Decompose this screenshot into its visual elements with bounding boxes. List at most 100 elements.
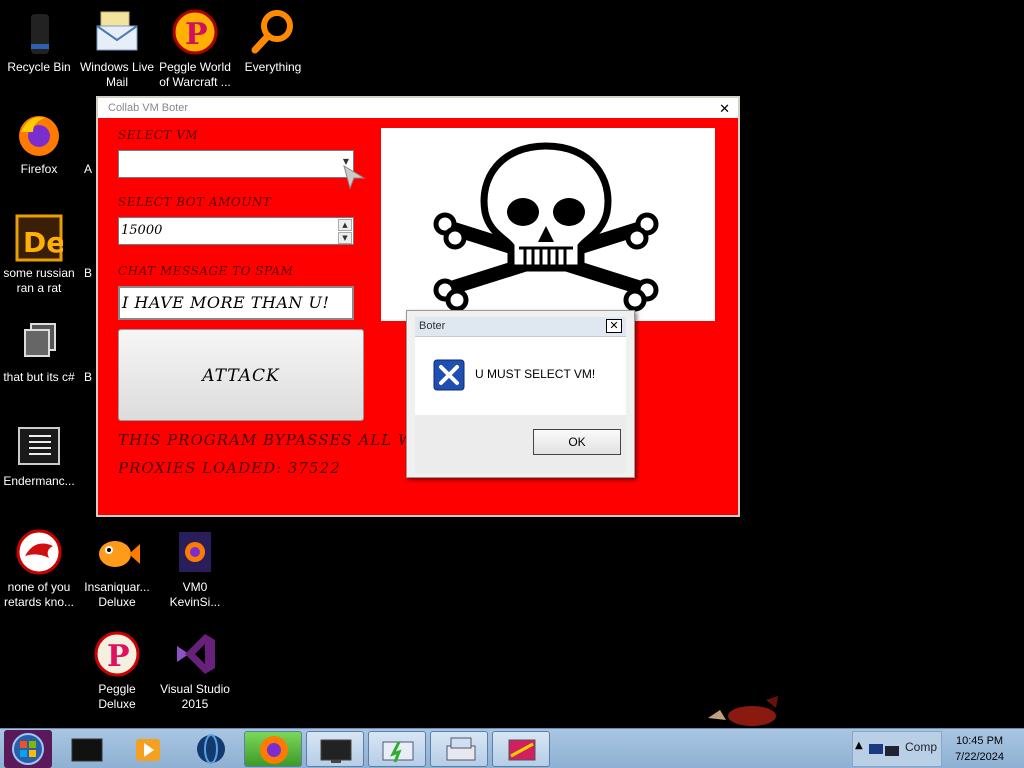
rainbow-window-icon bbox=[508, 739, 536, 761]
clock-time: 10:45 PM bbox=[955, 735, 1004, 747]
svg-text:De: De bbox=[23, 226, 63, 259]
desktop-icon-label: Windows Live Mail bbox=[79, 60, 155, 89]
desktop-icon-peggle-deluxe[interactable]: P Peggle Deluxe bbox=[78, 630, 156, 712]
skull-crossbones-icon bbox=[433, 142, 659, 312]
desktop-icon-label: Everything bbox=[244, 60, 302, 74]
bypass-text: THIS PROGRAM BYPASSES ALL W bbox=[118, 431, 415, 449]
dialog-body: U MUST SELECT VM! bbox=[415, 337, 626, 415]
attack-button[interactable]: ATTACK bbox=[118, 329, 364, 421]
desktop-icon-insaniquarium[interactable]: Insaniquar... Deluxe bbox=[78, 528, 156, 610]
chat-message-input[interactable]: I HAVE MORE THAN U! bbox=[118, 286, 354, 320]
desktop-icon-partial-b[interactable]: B bbox=[78, 266, 98, 281]
desktop-icon-partial-a[interactable]: A bbox=[78, 162, 98, 177]
desktop-icon-label: Peggle Deluxe bbox=[98, 682, 136, 711]
taskbar-media-player[interactable] bbox=[120, 731, 178, 767]
desktop-icon-label: Endermanc... bbox=[3, 474, 75, 488]
desktop-icon-label: A bbox=[83, 162, 92, 176]
desktop-icon-partial-b2[interactable]: B bbox=[78, 370, 98, 385]
tray-area: ▲ Comp bbox=[852, 731, 942, 767]
desktop-icon-none-of-you[interactable]: none of you retards kno... bbox=[0, 528, 78, 610]
desktop-icon-label: Peggle World of Warcraft ... bbox=[159, 60, 231, 89]
monitor-icon bbox=[320, 739, 352, 763]
dialog-titlebar[interactable]: Boter ✕ bbox=[415, 317, 626, 337]
desktop-icon-label: none of you retards kno... bbox=[3, 580, 75, 609]
svg-text:P: P bbox=[185, 17, 208, 52]
svg-text:P: P bbox=[107, 639, 130, 674]
peggle-icon: P bbox=[93, 630, 141, 678]
taskbar-globe[interactable] bbox=[182, 731, 240, 767]
desktop-icon-peggle-wow[interactable]: P Peggle World of Warcraft ... bbox=[156, 8, 234, 90]
tray-text: Comp bbox=[905, 740, 938, 754]
peggle-icon: P bbox=[171, 8, 219, 56]
firefox-icon bbox=[260, 736, 288, 764]
desktop-icon-label: VM0 KevinSi... bbox=[169, 580, 221, 609]
desktop-icon-label: B bbox=[83, 370, 92, 384]
proxies-loaded-text: PROXIES LOADED: 37522 bbox=[118, 459, 341, 477]
desktop-icon-firefox[interactable]: Firefox bbox=[0, 110, 78, 177]
taskbar-monitor[interactable] bbox=[306, 731, 364, 767]
app-title: Collab VM Boter bbox=[108, 102, 189, 114]
taskbar: ▲ Comp 10:45 PM 7/22/2024 bbox=[0, 728, 1024, 768]
fish-icon bbox=[93, 528, 141, 576]
network-icon bbox=[382, 741, 414, 763]
cursor-icon bbox=[343, 164, 366, 190]
app-titlebar[interactable]: Collab VM Boter ✕ bbox=[98, 98, 738, 118]
desktop-icon-windows-live-mail[interactable]: Windows Live Mail bbox=[78, 8, 156, 90]
dialog-close-icon[interactable]: ✕ bbox=[606, 319, 622, 333]
desktop-icon-recycle-bin[interactable]: Recycle Bin bbox=[0, 8, 78, 75]
text-file-icon bbox=[15, 422, 63, 470]
desktop-icon-everything[interactable]: Everything bbox=[234, 8, 312, 75]
network-tray-icon[interactable] bbox=[867, 740, 903, 762]
mascot-icon bbox=[708, 696, 778, 726]
clock-date: 7/22/2024 bbox=[955, 751, 1004, 763]
taskbar-rainbow-window[interactable] bbox=[492, 731, 550, 767]
chevron-up-icon[interactable]: ▲ bbox=[855, 740, 863, 751]
de-app-icon: De bbox=[15, 214, 65, 262]
desktop-icon-label: that but its c# bbox=[3, 370, 75, 384]
stepper-up-icon[interactable]: ▲ bbox=[338, 219, 352, 231]
bot-amount-stepper[interactable]: 15000 ▲ ▼ bbox=[118, 217, 354, 245]
error-x-icon bbox=[433, 359, 465, 391]
visual-studio-icon bbox=[171, 630, 219, 678]
taskbar-firefox[interactable] bbox=[244, 731, 302, 767]
recycle-bin-icon bbox=[15, 8, 63, 56]
window-stack-icon bbox=[15, 318, 63, 366]
dialog-title: Boter bbox=[419, 320, 446, 332]
terminal-icon bbox=[71, 738, 103, 762]
desktop-icon-vm0[interactable]: VM0 KevinSi... bbox=[156, 528, 234, 610]
chat-message-value: I HAVE MORE THAN U! bbox=[122, 293, 330, 312]
desktop-icon-label: Visual Studio 2015 bbox=[160, 682, 230, 711]
desktop-icon-label: Insaniquar... Deluxe bbox=[84, 580, 150, 609]
taskbar-terminal[interactable] bbox=[58, 731, 116, 767]
select-vm-label: SELECT VM bbox=[118, 128, 199, 142]
firefox-icon bbox=[15, 110, 63, 158]
search-icon bbox=[249, 8, 297, 56]
taskbar-printer[interactable] bbox=[430, 731, 488, 767]
desktop-icon-visual-studio[interactable]: Visual Studio 2015 bbox=[156, 630, 234, 712]
close-icon[interactable]: ✕ bbox=[719, 101, 730, 117]
stepper-down-icon[interactable]: ▼ bbox=[338, 232, 352, 244]
desktop-icon-label: Recycle Bin bbox=[7, 60, 71, 74]
clock[interactable]: 10:45 PM 7/22/2024 bbox=[955, 733, 1004, 765]
vm-dropdown[interactable]: ▼ bbox=[118, 150, 354, 178]
dragon-icon bbox=[15, 528, 63, 576]
desktop-icon-that-but-csharp[interactable]: that but its c# bbox=[0, 318, 78, 385]
taskbar-network[interactable] bbox=[368, 731, 426, 767]
ok-button[interactable]: OK bbox=[533, 429, 621, 455]
bot-amount-value: 15000 bbox=[121, 223, 163, 238]
globe-icon bbox=[197, 734, 225, 764]
desktop-icon-some-russian[interactable]: De some russian ran a rat bbox=[0, 214, 78, 296]
bot-amount-label: SELECT BOT AMOUNT bbox=[118, 195, 272, 209]
media-player-icon bbox=[136, 739, 160, 761]
desktop-icon-label: some russian ran a rat bbox=[3, 266, 75, 295]
dialog-message: U MUST SELECT VM! bbox=[475, 367, 596, 381]
chat-message-label: CHAT MESSAGE TO SPAM bbox=[118, 264, 294, 278]
skull-image bbox=[381, 128, 715, 321]
mail-icon bbox=[93, 8, 141, 56]
firefox-file-icon bbox=[171, 528, 219, 576]
dialog-footer: OK bbox=[415, 415, 626, 473]
desktop-icon-label: B bbox=[83, 266, 92, 280]
printer-icon bbox=[446, 737, 476, 761]
start-orb-icon[interactable] bbox=[4, 730, 52, 768]
desktop-icon-endermanc[interactable]: Endermanc... bbox=[0, 422, 78, 489]
